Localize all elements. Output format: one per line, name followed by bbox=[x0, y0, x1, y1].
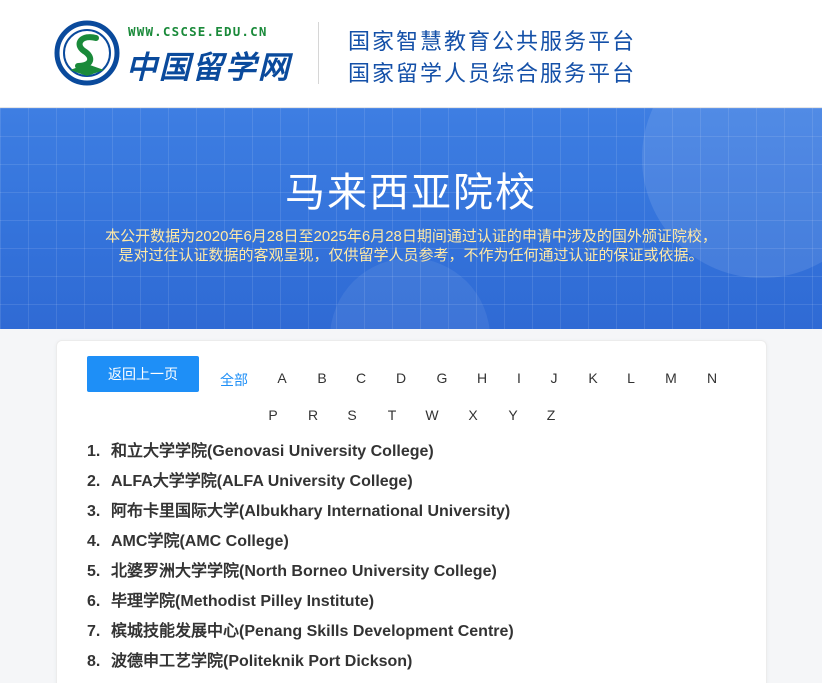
filter-all[interactable]: 全部 bbox=[220, 370, 248, 390]
list-item-number: 3. bbox=[87, 503, 101, 520]
page-title: 马来西亚院校 bbox=[285, 171, 537, 215]
letter-filter-c[interactable]: C bbox=[356, 370, 366, 386]
hero-banner: 马来西亚院校 本公开数据为2020年6月28日至2025年6月28日期间通过认证… bbox=[0, 108, 822, 329]
letter-filter-z[interactable]: Z bbox=[547, 407, 556, 423]
letter-filter-i[interactable]: I bbox=[517, 370, 521, 386]
banner-description-line-2: 是对过往认证数据的客观呈现，仅供留学人员参考，不作为任何通过认证的保证或依据。 bbox=[118, 247, 704, 264]
school-list-card: 返回上一页 全部 A B C D G H I J K L M N P R S T… bbox=[56, 340, 767, 683]
logo-name[interactable]: 中国留学网 bbox=[126, 42, 291, 87]
letter-filter-r[interactable]: R bbox=[308, 407, 318, 423]
site-header: WWW.CSCSE.EDU.CN 中国留学网 国家智慧教育公共服务平台 国家留学… bbox=[0, 0, 822, 108]
platform-title-1: 国家智慧教育公共服务平台 bbox=[348, 29, 637, 54]
list-item[interactable]: 4. AMC学院(AMC College) bbox=[87, 531, 514, 561]
school-name-link[interactable]: 槟城技能发展中心(Penang Skills Development Centr… bbox=[111, 623, 514, 640]
letter-filter-x[interactable]: X bbox=[468, 407, 477, 423]
list-item[interactable]: 2. ALFA大学学院(ALFA University College) bbox=[87, 471, 514, 501]
banner-description-line-1: 本公开数据为2020年6月28日至2025年6月28日期间通过认证的申请中涉及的… bbox=[105, 228, 717, 245]
list-item[interactable]: 6. 毕理学院(Methodist Pilley Institute) bbox=[87, 591, 514, 621]
list-item[interactable]: 7. 槟城技能发展中心(Penang Skills Development Cen… bbox=[87, 621, 514, 651]
school-name-link[interactable]: AMC学院(AMC College) bbox=[111, 533, 289, 550]
letter-filter-p[interactable]: P bbox=[268, 407, 277, 423]
school-name-link[interactable]: 北婆罗洲大学学院(North Borneo University College… bbox=[111, 563, 497, 580]
letter-filter-t[interactable]: T bbox=[388, 407, 397, 423]
letter-filter-y[interactable]: Y bbox=[508, 407, 517, 423]
list-item[interactable]: 3. 阿布卡里国际大学(Albukhary International Unive… bbox=[87, 501, 514, 531]
letter-filter-d[interactable]: D bbox=[396, 370, 406, 386]
letter-filter-a[interactable]: A bbox=[277, 370, 286, 386]
list-item-number: 1. bbox=[87, 443, 101, 460]
logo-url-text: WWW.CSCSE.EDU.CN bbox=[128, 24, 268, 39]
list-item[interactable]: 5. 北婆罗洲大学学院(North Borneo University Colle… bbox=[87, 561, 514, 591]
platform-title-2: 国家留学人员综合服务平台 bbox=[348, 61, 637, 86]
school-name-link[interactable]: 毕理学院(Methodist Pilley Institute) bbox=[111, 593, 374, 610]
letter-filter-b[interactable]: B bbox=[317, 370, 326, 386]
letter-filter-l[interactable]: L bbox=[627, 370, 635, 386]
letter-filter-s[interactable]: S bbox=[347, 407, 356, 423]
letter-filter-g[interactable]: G bbox=[437, 370, 448, 386]
header-divider bbox=[318, 22, 319, 84]
list-item-number: 6. bbox=[87, 593, 101, 610]
letter-filter-j[interactable]: J bbox=[551, 370, 558, 386]
back-button[interactable]: 返回上一页 bbox=[87, 356, 199, 392]
list-item[interactable]: 1. 和立大学学院(Genovasi University College) bbox=[87, 441, 514, 471]
school-name-link[interactable]: 和立大学学院(Genovasi University College) bbox=[111, 443, 434, 460]
list-item-number: 7. bbox=[87, 623, 101, 640]
letter-filter-h[interactable]: H bbox=[477, 370, 487, 386]
letter-filter-k[interactable]: K bbox=[588, 370, 597, 386]
school-name-link[interactable]: 波德申工艺学院(Politeknik Port Dickson) bbox=[111, 653, 412, 670]
school-list: 1. 和立大学学院(Genovasi University College) 2.… bbox=[87, 441, 514, 681]
list-item-number: 8. bbox=[87, 653, 101, 670]
school-name-link[interactable]: 阿布卡里国际大学(Albukhary International Univers… bbox=[111, 503, 510, 520]
letter-filter-w[interactable]: W bbox=[425, 407, 438, 423]
letter-filter-m[interactable]: M bbox=[665, 370, 677, 386]
school-name-link[interactable]: ALFA大学学院(ALFA University College) bbox=[111, 473, 413, 490]
letter-filter-n[interactable]: N bbox=[707, 370, 717, 386]
list-item[interactable]: 8. 波德申工艺学院(Politeknik Port Dickson) bbox=[87, 651, 514, 681]
list-item-number: 4. bbox=[87, 533, 101, 550]
cscse-logo-icon[interactable] bbox=[54, 20, 120, 86]
list-item-number: 5. bbox=[87, 563, 101, 580]
list-item-number: 2. bbox=[87, 473, 101, 490]
